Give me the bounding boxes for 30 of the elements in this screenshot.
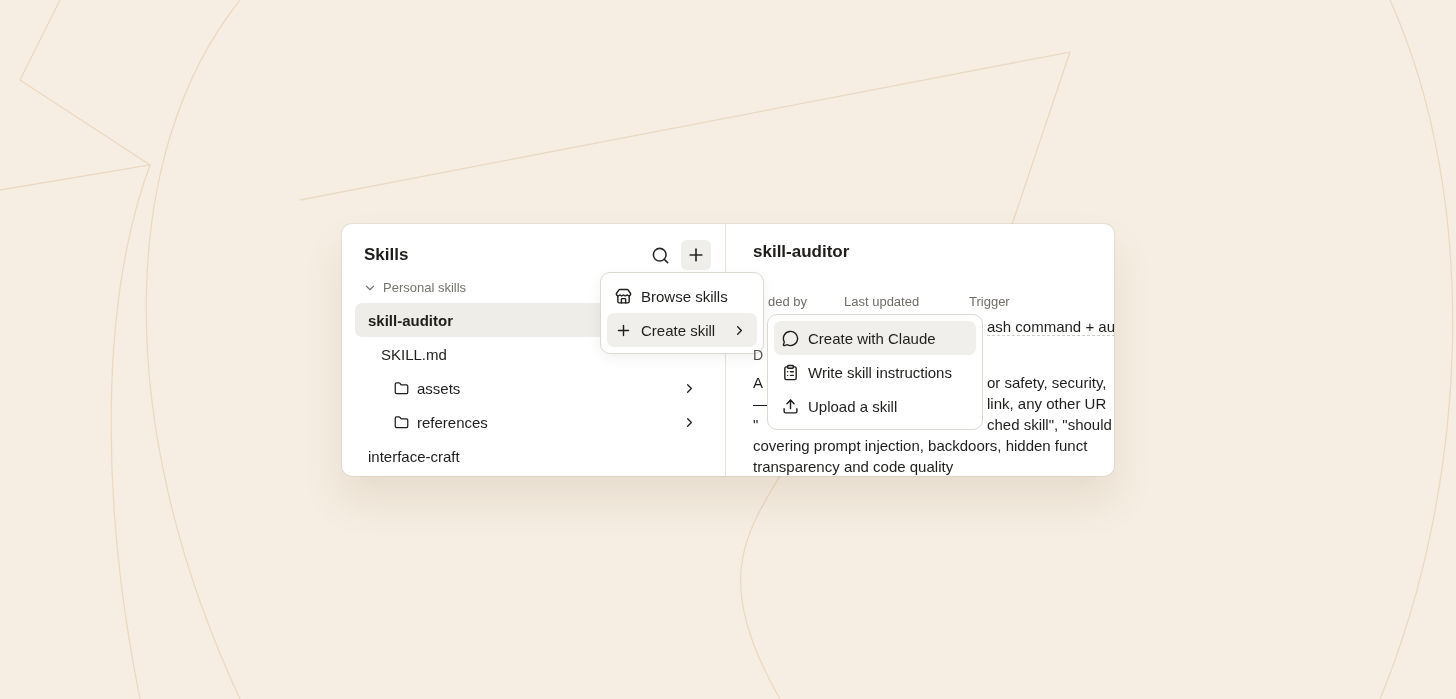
- description-text: ": [753, 415, 759, 435]
- group-header[interactable]: Personal skills: [355, 276, 475, 299]
- chat-bubble-icon: [782, 329, 799, 347]
- description-text: ched skill", "should: [987, 415, 1112, 435]
- description-text: or safety, security,: [987, 373, 1107, 393]
- clipboard-icon: [782, 363, 799, 381]
- description-text: covering prompt injection, backdoors, hidden funct: [753, 436, 1088, 456]
- description-text: link, any other UR: [987, 394, 1107, 414]
- description-label: D: [753, 347, 764, 363]
- description-text: A: [753, 373, 763, 393]
- upload-icon: [782, 397, 799, 415]
- meta-label: Trigger: [969, 294, 1010, 309]
- search-icon: [650, 245, 670, 265]
- menu-item[interactable]: Create skill: [607, 313, 758, 347]
- menu-item[interactable]: Upload a skill: [774, 389, 976, 423]
- add-button[interactable]: [681, 240, 711, 270]
- folder-icon: [394, 414, 409, 430]
- skill-item[interactable]: interface-craft: [355, 439, 711, 473]
- folder-item[interactable]: assets: [355, 371, 711, 405]
- menu-item[interactable]: Write skill instructions: [774, 355, 976, 389]
- menu-item[interactable]: Create with Claude: [774, 321, 976, 355]
- folder-icon: [394, 380, 409, 396]
- sidebar-title: Skills: [364, 245, 409, 265]
- detail-title: skill-auditor: [753, 242, 851, 262]
- folder-item[interactable]: references: [355, 405, 711, 439]
- description-text: transparency and code quality: [753, 457, 954, 476]
- meta-label: ded by: [768, 294, 808, 309]
- store-icon: [615, 287, 632, 305]
- trigger-value: ash command + au: [987, 318, 1114, 336]
- meta-label: Last updated: [844, 294, 920, 309]
